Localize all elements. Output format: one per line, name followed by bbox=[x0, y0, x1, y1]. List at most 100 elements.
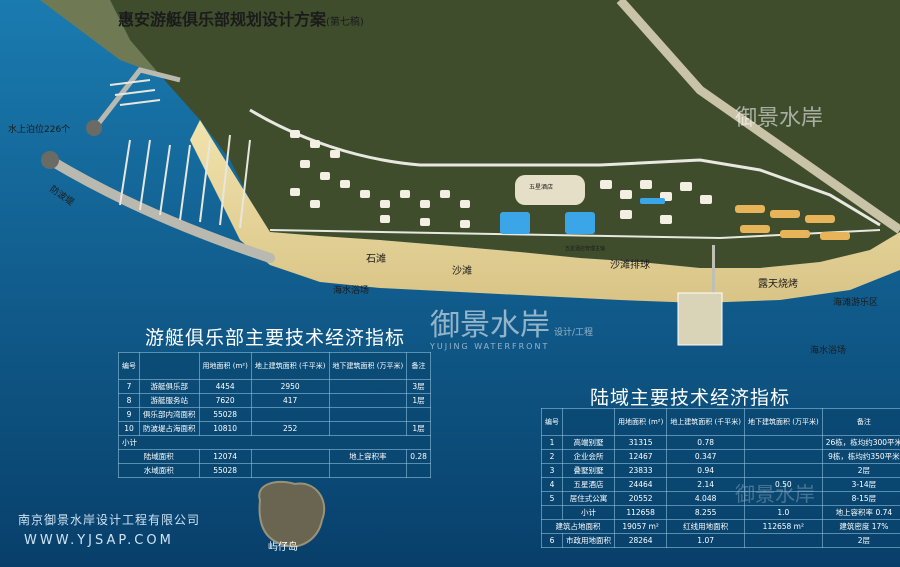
cell: 8.255 bbox=[666, 505, 745, 520]
cell: 游艇服务站 bbox=[139, 393, 200, 408]
cell: 417 bbox=[250, 393, 330, 408]
cell: 建筑密度 17% bbox=[821, 519, 900, 534]
label-bathing-east: 海水浴场 bbox=[810, 346, 847, 356]
cell bbox=[744, 533, 823, 548]
header-cell: 用地面积 (m²) bbox=[198, 352, 252, 380]
cell: 1层 bbox=[406, 421, 431, 436]
cell bbox=[744, 435, 823, 450]
label-island: 屿仔岛 bbox=[268, 542, 298, 553]
header-cell: 地上建筑面积 (千平米) bbox=[250, 352, 330, 380]
table-row: 4 五星酒店 24464 2.14 0.50 3-14层 bbox=[541, 477, 900, 492]
cell: 7620 bbox=[198, 393, 252, 408]
cell: 2950 bbox=[250, 379, 330, 394]
island-shape bbox=[258, 480, 326, 548]
cell: 3-14层 bbox=[821, 477, 900, 492]
header-cell: 地下建筑面积 (万平米) bbox=[744, 408, 823, 436]
header-cell: 编号 bbox=[541, 408, 563, 436]
watermark-sub: 设计/工程 bbox=[554, 328, 594, 338]
table-row: 陆域面积 12074 地上容积率 0.28 bbox=[118, 449, 431, 464]
label-bbq: 露天烧烤 bbox=[758, 279, 798, 290]
table-row: 小计 bbox=[118, 435, 431, 450]
cell: 地上容积率 bbox=[328, 449, 408, 464]
cell: 市政用地面积 bbox=[562, 533, 615, 548]
page-title-note: (第七稿) bbox=[326, 17, 364, 28]
table-header-row: 编号 用地面积 (m²) 地上建筑面积 (千平米) 地下建筑面积 (万平米) 备… bbox=[541, 408, 900, 436]
cell bbox=[328, 421, 408, 436]
table-row: 1 高端别墅 31315 0.78 26栋，栋均约300平米 bbox=[541, 435, 900, 450]
label-berths: 水上泊位226个 bbox=[8, 125, 71, 135]
cell bbox=[250, 407, 330, 422]
cell: 10 bbox=[118, 421, 140, 436]
header-cell: 地下建筑面积 (万平米) bbox=[328, 352, 408, 380]
cell: 12074 bbox=[198, 449, 252, 464]
cell: 红线用地面积 bbox=[666, 519, 745, 534]
cell: 0.28 bbox=[406, 449, 431, 464]
header-cell: 用地面积 (m²) bbox=[613, 408, 668, 436]
cell: 4454 bbox=[198, 379, 252, 394]
label-shatan: 沙滩 bbox=[452, 266, 472, 277]
club-indicator-table: 编号 用地面积 (m²) 地上建筑面积 (千平米) 地下建筑面积 (万平米) 备… bbox=[118, 352, 431, 478]
cell: 8 bbox=[118, 393, 140, 408]
table-row: 建筑占地面积 19057 m² 红线用地面积 112658 m² 建筑密度 17… bbox=[541, 519, 900, 534]
cell: 3 bbox=[541, 463, 563, 478]
cell bbox=[406, 463, 431, 478]
label-beach-park: 海滩游乐区 bbox=[833, 298, 879, 308]
cell bbox=[744, 449, 823, 464]
cell bbox=[250, 449, 330, 464]
cell: 五星酒店 bbox=[562, 477, 615, 492]
cell: 0.347 bbox=[666, 449, 745, 464]
cell: 26栋，栋均约300平米 bbox=[821, 435, 900, 450]
table-row: 10 防波堤占海面积 10810 252 1层 bbox=[118, 421, 431, 436]
header-cell bbox=[139, 352, 200, 380]
cell bbox=[541, 505, 563, 520]
table-row: 水域面积 55028 bbox=[118, 463, 431, 478]
company-website: WWW.YJSAP.COM bbox=[24, 533, 174, 548]
cell: 高端别墅 bbox=[562, 435, 615, 450]
cell: 1.0 bbox=[744, 505, 823, 520]
cell: 19057 m² bbox=[613, 519, 668, 534]
cell: 2.14 bbox=[666, 477, 745, 492]
cell: 112658 bbox=[613, 505, 668, 520]
cell bbox=[328, 407, 408, 422]
cell: 叠墅别墅 bbox=[562, 463, 615, 478]
header-cell: 备注 bbox=[821, 408, 900, 436]
cell: 陆域面积 bbox=[118, 449, 200, 464]
cell: 居住式公寓 bbox=[562, 491, 615, 506]
cell: 6 bbox=[541, 533, 563, 548]
table-header-row: 编号 用地面积 (m²) 地上建筑面积 (千平米) 地下建筑面积 (万平米) 备… bbox=[118, 352, 431, 380]
label-volleyball: 沙滩排球 bbox=[610, 260, 650, 271]
label-hotel: 五星酒店 bbox=[529, 184, 554, 191]
page-title: 惠安游艇俱乐部规划设计方案(第七稿) bbox=[118, 6, 364, 30]
cell: 55028 bbox=[198, 407, 252, 422]
cell: 112658 m² bbox=[744, 519, 823, 534]
cell: 10810 bbox=[198, 421, 252, 436]
cell: 0.78 bbox=[666, 435, 745, 450]
cell: 2层 bbox=[821, 533, 900, 548]
watermark-topright: 御景水岸 bbox=[735, 100, 823, 132]
cell: 24464 bbox=[613, 477, 668, 492]
table-row: 小计 112658 8.255 1.0 地上容积率 0.74 bbox=[541, 505, 900, 520]
cell: 4.048 bbox=[666, 491, 745, 506]
cell: 小计 bbox=[562, 505, 615, 520]
cell: 28264 bbox=[613, 533, 668, 548]
page-title-text: 惠安游艇俱乐部规划设计方案 bbox=[118, 10, 327, 29]
watermark-center: 御景水岸 设计/工程 YUJING WATERFRONT bbox=[430, 300, 593, 351]
cell: 8-15层 bbox=[821, 491, 900, 506]
header-cell: 地上建筑面积 (千平米) bbox=[666, 408, 745, 436]
cell: 1 bbox=[541, 435, 563, 450]
cell bbox=[744, 463, 823, 478]
cell: 3层 bbox=[406, 379, 431, 394]
watermark-brand-2: 御景水岸 bbox=[735, 106, 824, 131]
cell: 建筑占地面积 bbox=[541, 519, 615, 534]
cell: 1层 bbox=[406, 393, 431, 408]
density-value: 17% bbox=[871, 522, 889, 531]
cell: 0.50 bbox=[744, 477, 823, 492]
cell: 7 bbox=[118, 379, 140, 394]
cell: 4 bbox=[541, 477, 563, 492]
header-cell bbox=[562, 408, 615, 436]
cell bbox=[328, 393, 408, 408]
label-bathing-west: 海水浴场 bbox=[333, 286, 370, 296]
company-name: 南京御景水岸设计工程有限公司 bbox=[18, 513, 201, 527]
table-row: 2 企业会所 12467 0.347 9栋，栋均约350平米 bbox=[541, 449, 900, 464]
offshore-pier bbox=[712, 245, 715, 295]
